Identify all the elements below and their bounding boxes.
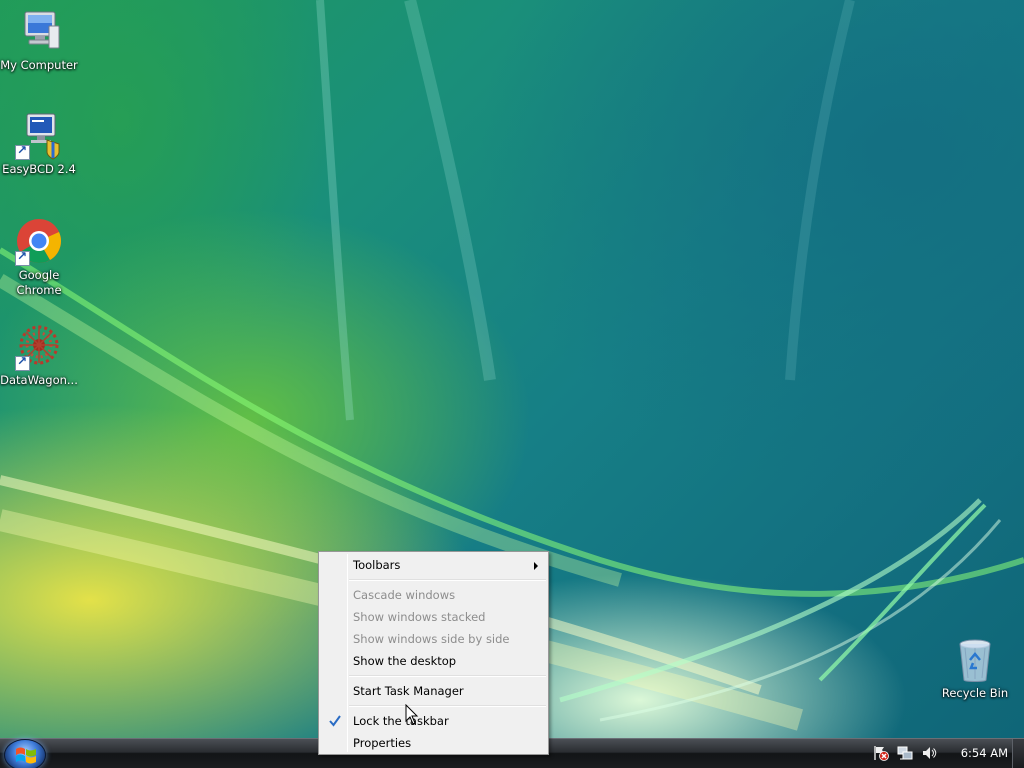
desktop-icon-google-chrome[interactable]: Google Chrome: [0, 218, 79, 298]
recycle-bin-icon: [951, 636, 999, 684]
menu-item-properties[interactable]: Properties: [321, 732, 546, 754]
datawagon-icon: [15, 323, 63, 371]
menu-item-cascade-windows[interactable]: Cascade windows: [321, 584, 546, 606]
menu-item-show-the-desktop[interactable]: Show the desktop: [321, 650, 546, 672]
network-icon[interactable]: [897, 745, 913, 761]
shortcut-arrow-icon: [15, 143, 30, 160]
menu-item-start-task-manager[interactable]: Start Task Manager: [321, 680, 546, 702]
desktop-icon-label: EasyBCD 2.4: [2, 162, 76, 176]
show-desktop-button[interactable]: [1012, 739, 1024, 768]
taskbar-context-menu: Toolbars Cascade windows Show windows st…: [318, 551, 549, 755]
menu-item-label: Show windows stacked: [353, 610, 486, 624]
checkmark-icon: [329, 715, 341, 727]
menu-item-label: Show the desktop: [353, 654, 457, 668]
computer-icon: [15, 8, 63, 56]
mouse-cursor-icon: [405, 704, 419, 725]
menu-item-label: Start Task Manager: [353, 684, 464, 698]
desktop-icon-label: Google Chrome: [16, 268, 62, 297]
menu-item-label: Properties: [353, 736, 412, 750]
desktop-icon-my-computer[interactable]: My Computer: [0, 8, 79, 73]
desktop-icon-label: DataWagon...: [0, 373, 78, 387]
desktop-icon-label: Recycle Bin: [941, 686, 1009, 700]
windows-logo-icon: [16, 747, 36, 764]
submenu-arrow-icon: [534, 562, 538, 570]
action-center-flag-icon[interactable]: [873, 745, 889, 761]
menu-item-toolbars[interactable]: Toolbars: [321, 554, 546, 576]
menu-item-label: Cascade windows: [353, 588, 456, 602]
desktop-icon-label: My Computer: [0, 58, 78, 72]
shortcut-arrow-icon: [15, 249, 30, 266]
menu-item-show-windows-side-by-side[interactable]: Show windows side by side: [321, 628, 546, 650]
desktop-icon-recycle-bin[interactable]: Recycle Bin: [935, 636, 1015, 701]
menu-item-show-windows-stacked[interactable]: Show windows stacked: [321, 606, 546, 628]
menu-separator: [349, 675, 546, 677]
menu-separator: [349, 705, 546, 707]
menu-item-label: Lock the taskbar: [353, 714, 449, 728]
easybcd-icon: [15, 112, 63, 160]
taskbar-clock[interactable]: 6:54 AM: [961, 746, 1008, 760]
menu-item-label: Toolbars: [353, 558, 401, 572]
chrome-icon: [15, 218, 63, 266]
system-tray: 6:54 AM: [848, 738, 1008, 768]
menu-item-lock-the-taskbar[interactable]: Lock the taskbar: [321, 710, 546, 732]
menu-item-label: Show windows side by side: [353, 632, 510, 646]
start-button[interactable]: [4, 739, 46, 768]
volume-icon[interactable]: [921, 745, 937, 761]
desktop-icon-datawagon[interactable]: DataWagon...: [0, 323, 79, 388]
menu-separator: [349, 579, 546, 581]
shortcut-arrow-icon: [15, 354, 30, 371]
desktop-icon-easybcd[interactable]: EasyBCD 2.4: [0, 112, 79, 177]
